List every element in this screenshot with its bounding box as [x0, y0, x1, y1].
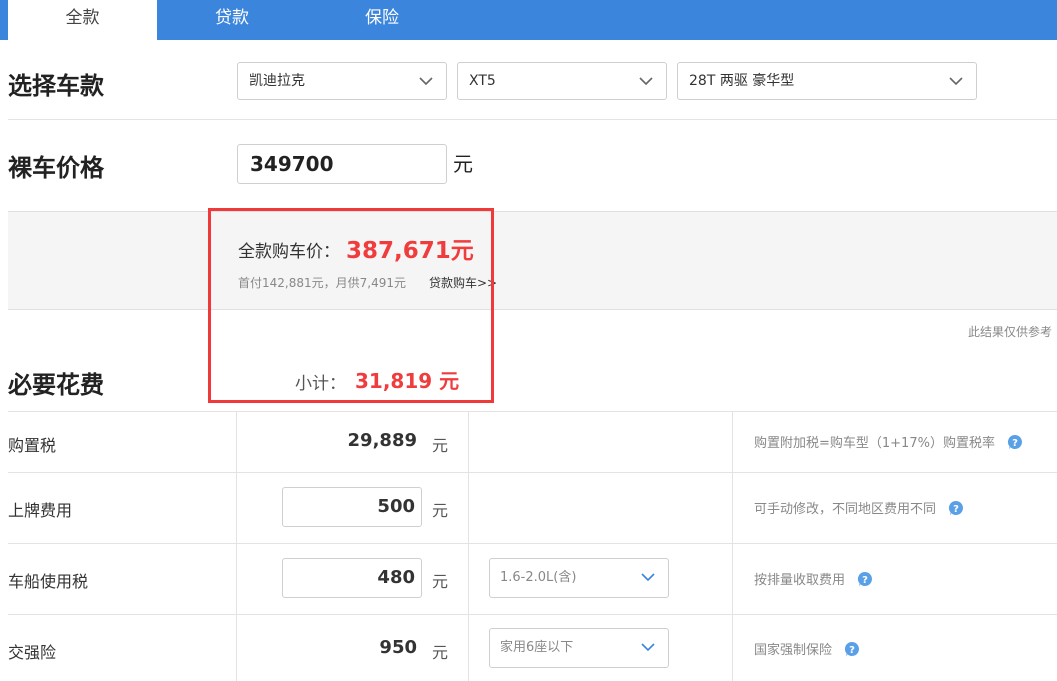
help-icon[interactable]: ?	[844, 641, 860, 657]
compulsory-insurance-label: 交强险	[8, 643, 57, 662]
vehicle-tax-unit: 元	[432, 572, 449, 591]
select-car-title: 选择车款	[8, 72, 104, 100]
seat-type-select[interactable]: 家用6座以下	[489, 628, 669, 668]
column-divider	[236, 411, 237, 681]
purchase-tax-hint: 购置附加税=购车型（1+17%）购置税率 ?	[754, 432, 1023, 451]
full-price-label: 全款购车价：	[238, 242, 340, 262]
bare-price-title: 裸车价格	[8, 154, 104, 182]
tab-loan[interactable]: 贷款	[157, 0, 307, 40]
help-icon[interactable]: ?	[1007, 434, 1023, 450]
registration-fee-hint-text: 可手动修改，不同地区费用不同	[754, 502, 937, 517]
compulsory-insurance-value: 950	[379, 637, 417, 658]
compulsory-insurance-hint: 国家强制保险 ?	[754, 639, 860, 658]
registration-fee-input[interactable]: 500	[282, 487, 422, 527]
purchase-tax-value: 29,889	[347, 430, 417, 451]
chevron-down-icon	[641, 643, 655, 652]
tab-insurance[interactable]: 保险	[307, 0, 457, 40]
vehicle-tax-input[interactable]: 480	[282, 558, 422, 598]
chevron-down-icon	[949, 77, 963, 86]
registration-fee-unit: 元	[432, 501, 449, 520]
column-divider	[732, 411, 733, 681]
brand-select-value: 凯迪拉克	[249, 73, 305, 89]
help-icon[interactable]: ?	[948, 500, 964, 516]
column-divider	[468, 411, 469, 681]
vehicle-tax-hint-text: 按排量收取费用	[754, 573, 846, 588]
compulsory-insurance-hint-text: 国家强制保险	[754, 643, 833, 658]
svg-text:?: ?	[1012, 438, 1018, 449]
registration-fee-hint: 可手动修改，不同地区费用不同 ?	[754, 498, 964, 517]
compulsory-insurance-unit: 元	[432, 643, 449, 662]
seat-type-select-value: 家用6座以下	[500, 640, 574, 655]
down-payment-info: 首付142,881元，月供7,491元	[238, 276, 406, 290]
loan-purchase-link[interactable]: 贷款购车>>	[429, 274, 497, 291]
trim-select-value: 28T 两驱 豪华型	[689, 73, 795, 89]
vehicle-tax-label: 车船使用税	[8, 572, 89, 591]
displacement-select-value: 1.6-2.0L(含)	[500, 570, 577, 585]
vehicle-tax-hint: 按排量收取费用 ?	[754, 569, 873, 588]
full-price-value: 387,671元	[346, 238, 474, 264]
summary-panel	[8, 211, 1057, 310]
purchase-tax-label: 购置税	[8, 436, 57, 455]
svg-text:?: ?	[862, 575, 868, 586]
registration-fee-label: 上牌费用	[8, 501, 73, 520]
subtotal-value: 31,819 元	[355, 369, 460, 393]
model-select[interactable]: XT5	[457, 62, 667, 100]
disclaimer-note: 此结果仅供参考	[967, 325, 1052, 339]
subtotal-label: 小计：	[295, 374, 346, 394]
tab-full-payment[interactable]: 全款	[8, 0, 157, 40]
purchase-tax-hint-text: 购置附加税=购车型（1+17%）购置税率	[754, 436, 995, 451]
purchase-tax-unit: 元	[432, 436, 449, 455]
chevron-down-icon	[639, 77, 653, 86]
displacement-select[interactable]: 1.6-2.0L(含)	[489, 558, 669, 598]
brand-select[interactable]: 凯迪拉克	[237, 62, 447, 100]
trim-select[interactable]: 28T 两驱 豪华型	[677, 62, 977, 100]
chevron-down-icon	[641, 573, 655, 582]
chevron-down-icon	[419, 77, 433, 86]
model-select-value: XT5	[469, 73, 496, 89]
divider	[8, 119, 1057, 120]
required-costs-title: 必要花费	[8, 371, 104, 399]
svg-text:?: ?	[953, 504, 959, 515]
svg-text:?: ?	[849, 645, 855, 656]
help-icon[interactable]: ?	[857, 571, 873, 587]
bare-price-unit: 元	[453, 152, 473, 176]
bare-price-input[interactable]: 349700	[237, 144, 447, 184]
tab-bar: 全款 贷款 保险	[0, 0, 1057, 40]
